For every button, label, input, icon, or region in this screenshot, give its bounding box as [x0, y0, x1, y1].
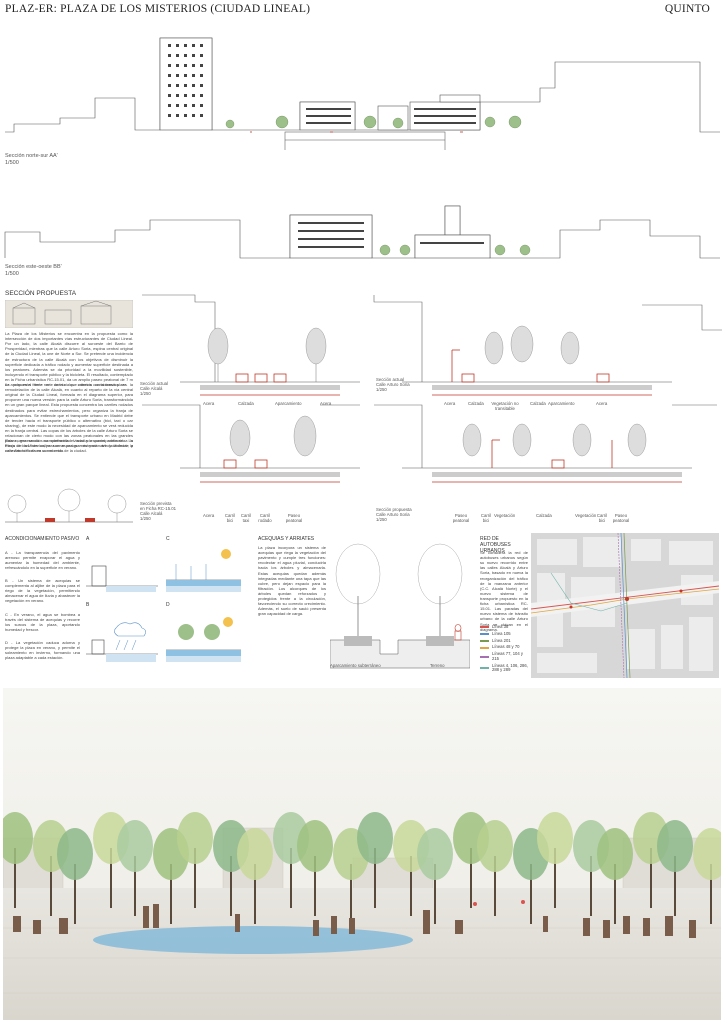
legend-swatch	[480, 667, 489, 670]
section-4-label: Carril bici	[596, 513, 608, 523]
section-aa-title: Sección norte-sur AA'	[5, 153, 58, 159]
legend-item: Línea 201	[480, 637, 530, 644]
acequias-label-right: Terreno	[430, 663, 445, 668]
tree-crown	[177, 812, 213, 864]
section-bb-drawing	[4, 205, 720, 259]
legend-item: Líneas 48 y 70	[480, 645, 530, 650]
conditioning-heading: ACONDICIONAMIENTO PASIVO	[5, 536, 80, 542]
tree-crown	[297, 820, 333, 872]
legend-item: Líneas 4, 106, 286, 288 y 289	[480, 662, 530, 673]
legend-label: Líneas 77, 104 y 215	[492, 651, 523, 661]
diagram-c	[166, 549, 241, 592]
page-title: PLAZ-ER: PLAZA DE LOS MISTERIOS (CIUDAD …	[5, 3, 311, 15]
section-alcala-prevista	[142, 404, 360, 483]
section-arturo-soria-propuesta	[374, 404, 717, 483]
section-3-caption: Sección prevista en Ficha RC-15.01 Calle A…	[140, 501, 177, 521]
section-3-label: Paseo peatonal	[285, 513, 303, 523]
conditioning-item-a: A - La transparencia del pavimento areno…	[5, 550, 80, 571]
section-4-label: Paseo peatonal	[452, 513, 470, 523]
tree-crown	[237, 828, 273, 880]
legend-item: Línea 105	[480, 630, 530, 637]
historic-photo	[5, 300, 133, 328]
transport-legend: Línea 38 Línea 105 Línea 201 Líneas 48 y 70…	[480, 624, 530, 675]
diagram-d	[166, 617, 241, 662]
conditioning-item-c: C - En verano, el agua se bombea a travé…	[5, 612, 80, 633]
section-4-label: Calzada	[536, 513, 552, 518]
section-bb-title: Sección este-oeste BB'	[5, 264, 62, 270]
legend-item: Líneas 77, 104 y 215	[480, 651, 530, 661]
legend-label: Línea 105	[492, 630, 511, 636]
tree-crown	[657, 820, 693, 872]
diagram-c-letter: C	[166, 536, 170, 542]
legend-label: Línea 38	[492, 624, 509, 629]
plaza-render-image	[3, 688, 721, 1020]
section-3-label: Carril bici	[224, 513, 236, 523]
acequias-text: La plaza incorpora un sistema de acequia…	[258, 545, 326, 617]
legend-swatch	[480, 626, 489, 629]
section-4-caption: Sección propuesta Calle Arturo Soria 1/250	[376, 507, 412, 522]
tree-crown	[357, 812, 393, 864]
legend-label: Líneas 4, 106, 286, 288 y 289	[492, 662, 528, 673]
legend-label: Líneas 48 y 70	[492, 644, 520, 650]
section-3-label: Carril rodado	[258, 513, 272, 523]
tree-crown	[417, 828, 453, 880]
proposal-paragraph-3: Esta nueva sección complementa el arbola…	[5, 438, 133, 454]
section-2-caption: Sección actual Calle Arturo Soria 1/250	[376, 377, 410, 392]
diagram-a-letter: A	[86, 536, 90, 542]
section-4-label: Vegetación	[575, 513, 597, 518]
section-aa-scale: 1/500	[5, 160, 19, 166]
section-4-label: Paseo peatonal	[612, 513, 630, 523]
conditioning-item-b: B - Un sistema de acequias se complement…	[5, 578, 80, 604]
legend-swatch	[480, 633, 489, 636]
tree-crown	[57, 828, 93, 880]
legend-swatch	[480, 646, 489, 649]
acequias-section	[330, 543, 470, 669]
proposal-heading: SECCIÓN PROPUESTA	[5, 290, 77, 297]
section-alcala-actual	[142, 294, 360, 396]
tree-crown	[597, 828, 633, 880]
conditioning-item-d: D - La vegetación caduca adorna y proteg…	[5, 640, 80, 661]
acequias-heading: ACEQUIAS Y ARRIATES	[258, 536, 315, 542]
section-bb-scale: 1/500	[5, 271, 19, 277]
proposal-paragraph-1: La Plaza de los Misterios se encuentra e…	[5, 331, 133, 388]
section-4-label: Carril bici	[480, 513, 492, 523]
diagram-a	[86, 565, 158, 592]
transport-text: Se considera la red de autobuses urbanos…	[480, 550, 528, 632]
acequias-label-left: Aparcamiento subterráneo	[330, 663, 381, 668]
diagram-b	[86, 622, 158, 662]
section-3-label: Carril taxi	[240, 513, 252, 523]
section-1-caption: Sección actual Calle Alcalá 1/250	[140, 381, 168, 396]
transport-map	[531, 533, 719, 678]
section-4-label: Vegetación	[494, 513, 516, 518]
team-name: QUINTO	[664, 3, 710, 15]
section-aa-drawing	[5, 37, 720, 150]
legend-label: Línea 201	[492, 637, 511, 643]
tree-crown	[477, 820, 513, 872]
section-3-label: Acera	[203, 513, 215, 518]
legend-swatch	[480, 655, 489, 658]
diagram-b-letter: B	[86, 602, 90, 608]
proposal-street-sketch	[5, 488, 133, 523]
diagram-d-letter: D	[166, 602, 170, 608]
legend-swatch	[480, 639, 489, 642]
legend-item: Línea 38	[480, 624, 530, 630]
section-arturo-soria-actual	[373, 295, 722, 396]
tree-crown	[537, 812, 573, 864]
tree-crown	[117, 820, 153, 872]
